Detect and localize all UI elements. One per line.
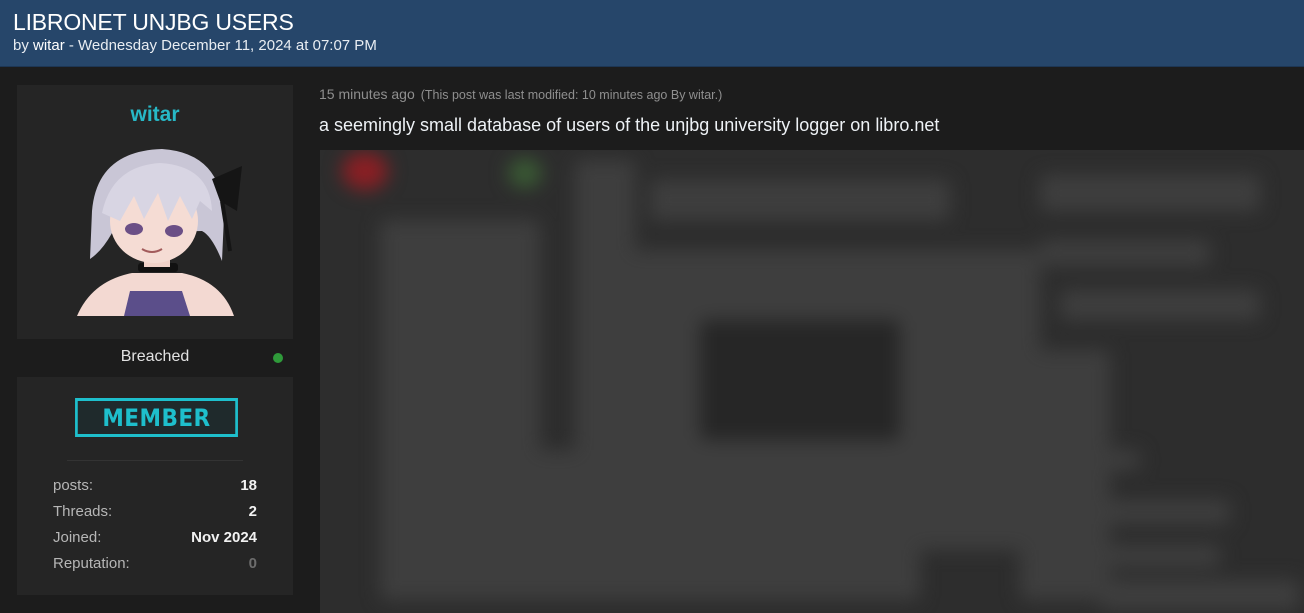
post-edit-note: (This post was last modified: 10 minutes…	[420, 88, 723, 102]
byline-author-link[interactable]: witar	[33, 37, 65, 54]
thread-header: LIBRONET UNJBG USERS by witar - Wednesda…	[0, 0, 1304, 67]
stat-label: Threads:	[53, 503, 113, 520]
stat-row-threads: Threads: 2	[53, 503, 257, 529]
avatar[interactable]	[72, 141, 242, 316]
username-link[interactable]: witar	[17, 103, 293, 127]
stat-row-reputation: Reputation: 0	[53, 555, 257, 581]
post-time[interactable]: 15 minutes ago	[319, 86, 415, 102]
stat-label: Joined:	[53, 529, 102, 546]
post-body-text: a seemingly small database of users of t…	[319, 115, 940, 135]
stat-row-joined: Joined: Nov 2024	[53, 529, 257, 555]
thread-title: LIBRONET UNJBG USERS	[13, 9, 294, 35]
post-timestamp: 15 minutes ago (This post was last modifi…	[319, 86, 722, 102]
stat-value: 0	[248, 555, 257, 572]
stat-label: Reputation:	[53, 555, 130, 572]
blurred-attachment-image[interactable]	[320, 150, 1304, 613]
blur-layer	[320, 150, 1304, 613]
stat-value: 2	[248, 503, 257, 520]
user-panel: witar Breached MEMBER posts: 18 Threads:…	[17, 85, 293, 595]
online-indicator-icon	[273, 353, 283, 363]
stat-value: 18	[240, 477, 257, 494]
user-status: Breached	[120, 348, 190, 365]
user-stats: posts: 18 Threads: 2 Joined: Nov 2024 Re…	[53, 477, 257, 581]
stat-label: posts:	[53, 477, 94, 494]
byline-prefix: by	[13, 37, 34, 54]
stat-row-posts: posts: 18	[53, 477, 257, 503]
stat-value: Nov 2024	[191, 529, 257, 546]
rank-badge: MEMBER	[75, 398, 238, 437]
byline-date: - Wednesday December 11, 2024 at 07:07 P…	[64, 37, 377, 54]
divider	[67, 460, 243, 461]
status-strip: Breached	[17, 339, 293, 377]
thread-byline: by witar - Wednesday December 11, 2024 a…	[13, 37, 377, 54]
